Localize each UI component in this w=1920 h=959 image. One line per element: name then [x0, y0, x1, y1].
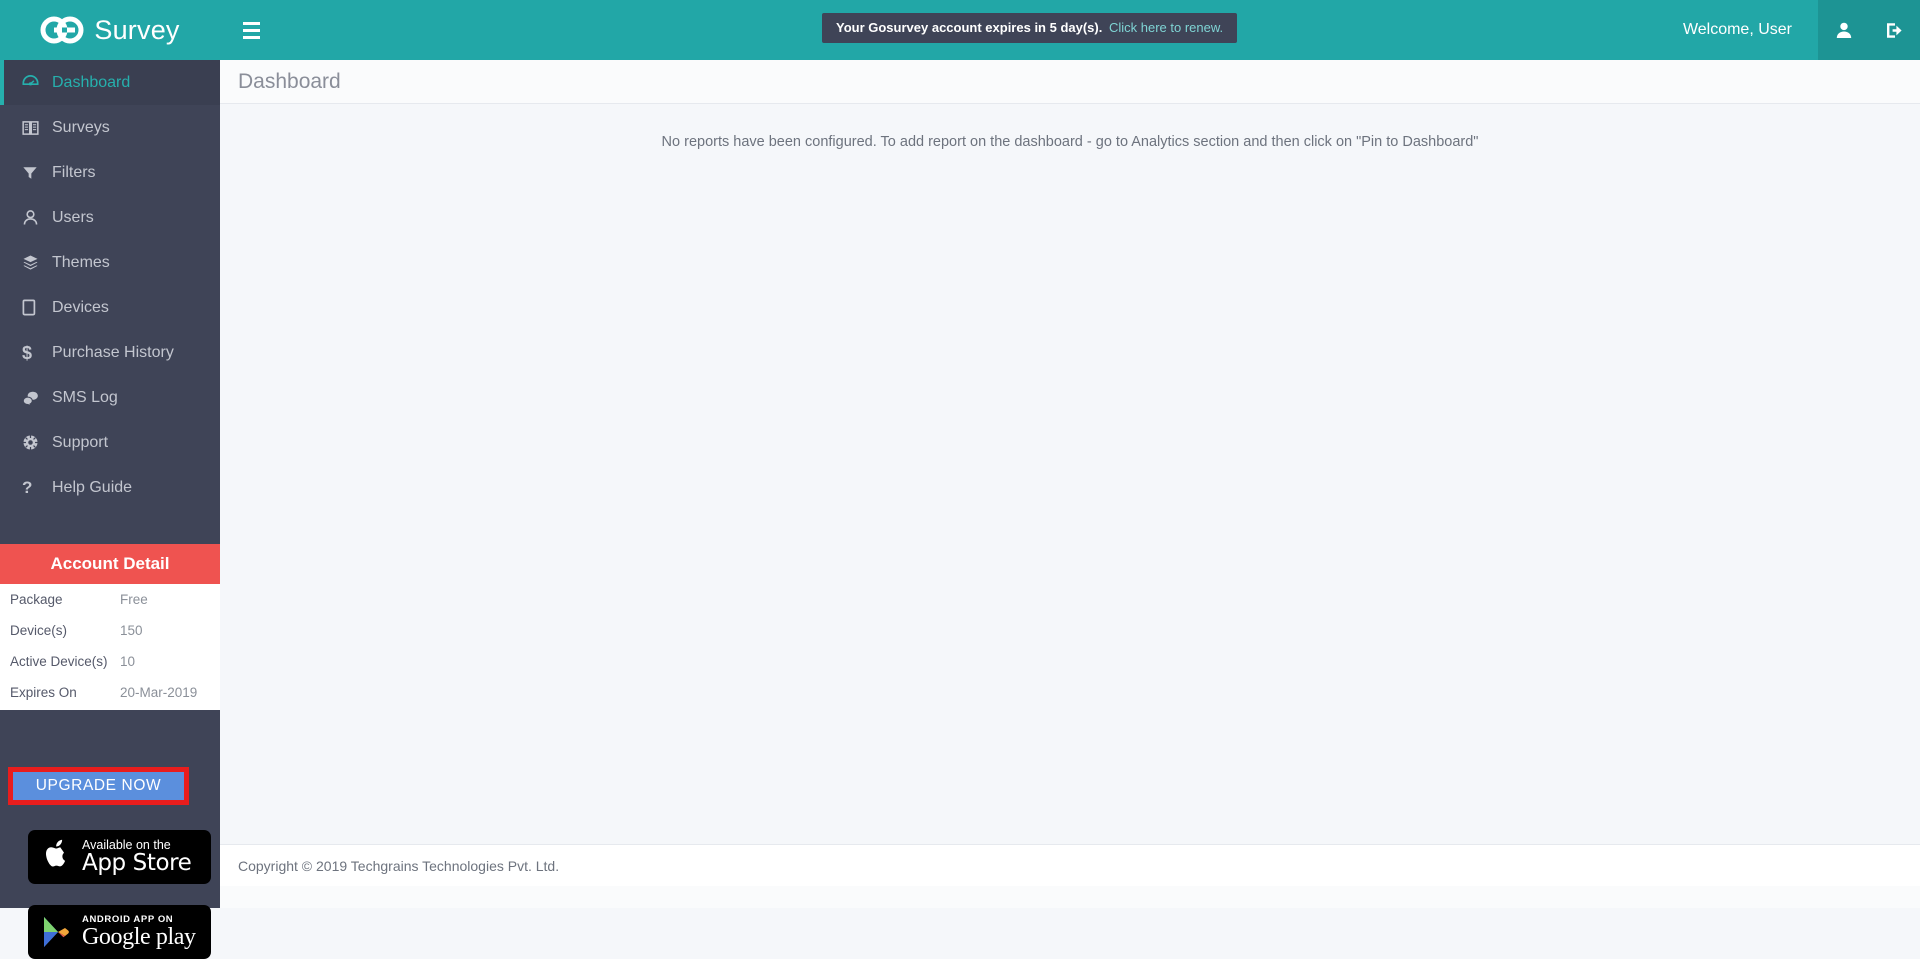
row-value: 10	[120, 654, 135, 669]
upgrade-highlight-box: UPGRADE NOW	[8, 767, 189, 805]
table-row: Active Device(s) 10	[0, 646, 220, 677]
funnel-icon	[22, 165, 52, 181]
question-mark-icon: ?	[22, 479, 52, 496]
sidebar-item-label: Help Guide	[52, 479, 132, 497]
chat-bubbles-icon	[22, 390, 52, 406]
sidebar-item-sms-log[interactable]: SMS Log	[0, 375, 220, 420]
upgrade-highlight-wrapper: UPGRADE NOW	[8, 767, 189, 805]
brand-name: Survey	[94, 15, 179, 46]
footer: Copyright © 2019 Techgrains Technologies…	[220, 844, 1920, 886]
brand-logo[interactable]: Survey	[0, 0, 220, 60]
sidebar-item-help-guide[interactable]: ? Help Guide	[0, 465, 220, 510]
hamburger-icon[interactable]	[220, 0, 282, 60]
badge-small-text: ANDROID APP ON	[82, 915, 196, 925]
row-key: Package	[10, 592, 120, 607]
sidebar-item-purchase-history[interactable]: $ Purchase History	[0, 330, 220, 375]
copyright-text: Copyright © 2019 Techgrains Technologies…	[238, 858, 559, 874]
table-row: Package Free	[0, 584, 220, 615]
logout-icon	[1885, 21, 1904, 40]
sidebar-item-label: Support	[52, 434, 108, 452]
sidebar-item-support[interactable]: Support	[0, 420, 220, 465]
sidebar-item-surveys[interactable]: Surveys	[0, 105, 220, 150]
book-icon	[22, 120, 52, 136]
sidebar: Dashboard Surveys Filters Users	[0, 60, 220, 908]
row-value: 20-Mar-2019	[120, 685, 197, 700]
user-icon	[1835, 21, 1853, 39]
apple-logo-icon	[41, 839, 71, 875]
sidebar-item-filters[interactable]: Filters	[0, 150, 220, 195]
empty-state-message: No reports have been configured. To add …	[220, 134, 1920, 150]
sidebar-item-label: Devices	[52, 299, 109, 317]
app-store-badge[interactable]: Available on the App Store	[28, 830, 211, 884]
logout-button[interactable]	[1869, 0, 1920, 60]
profile-button[interactable]	[1818, 0, 1869, 60]
row-key: Active Device(s)	[10, 654, 120, 669]
sidebar-item-label: Surveys	[52, 119, 110, 137]
badge-big-text: App Store	[82, 852, 191, 875]
sidebar-item-devices[interactable]: Devices	[0, 285, 220, 330]
google-play-icon	[41, 915, 71, 949]
badge-big-text: Google play	[82, 925, 196, 949]
sidebar-item-themes[interactable]: Themes	[0, 240, 220, 285]
table-row: Device(s) 150	[0, 615, 220, 646]
table-row: Expires On 20-Mar-2019	[0, 677, 220, 708]
globe-icon	[22, 434, 52, 451]
page-header: Dashboard	[220, 60, 1920, 104]
row-key: Device(s)	[10, 623, 120, 638]
row-value: 150	[120, 623, 143, 638]
tablet-icon	[22, 299, 52, 316]
sidebar-item-label: Purchase History	[52, 344, 174, 362]
row-value: Free	[120, 592, 148, 607]
row-key: Expires On	[10, 685, 120, 700]
page-title: Dashboard	[238, 70, 341, 94]
bottom-strip	[220, 886, 1920, 908]
header-banner-zone: Your Gosurvey account expires in 5 day(s…	[282, 0, 1683, 60]
welcome-text: Welcome, User	[1683, 21, 1818, 39]
sidebar-item-label: Dashboard	[52, 74, 130, 92]
sidebar-item-label: SMS Log	[52, 389, 118, 407]
sidebar-item-label: Users	[52, 209, 94, 227]
renew-link[interactable]: Click here to renew.	[1109, 20, 1223, 35]
account-detail-card: Account Detail Package Free Device(s) 15…	[0, 544, 220, 710]
sidebar-item-dashboard[interactable]: Dashboard	[0, 60, 220, 105]
upgrade-now-button[interactable]: UPGRADE NOW	[13, 772, 184, 800]
layers-icon	[22, 254, 52, 271]
dashboard-gauge-icon	[22, 74, 52, 91]
main-content: Dashboard No reports have been configure…	[220, 60, 1920, 908]
account-expiry-banner: Your Gosurvey account expires in 5 day(s…	[822, 13, 1237, 43]
sidebar-item-label: Themes	[52, 254, 110, 272]
google-play-badge[interactable]: ANDROID APP ON Google play	[28, 905, 211, 959]
expiry-message: Your Gosurvey account expires in 5 day(s…	[836, 20, 1102, 35]
user-outline-icon	[22, 209, 52, 226]
go-logo-icon	[40, 15, 84, 45]
top-header-bar: Survey Your Gosurvey account expires in …	[0, 0, 1920, 60]
sidebar-item-users[interactable]: Users	[0, 195, 220, 240]
sidebar-item-label: Filters	[52, 164, 96, 182]
account-detail-title: Account Detail	[0, 544, 220, 584]
account-detail-table: Package Free Device(s) 150 Active Device…	[0, 584, 220, 710]
dollar-icon: $	[22, 344, 52, 362]
